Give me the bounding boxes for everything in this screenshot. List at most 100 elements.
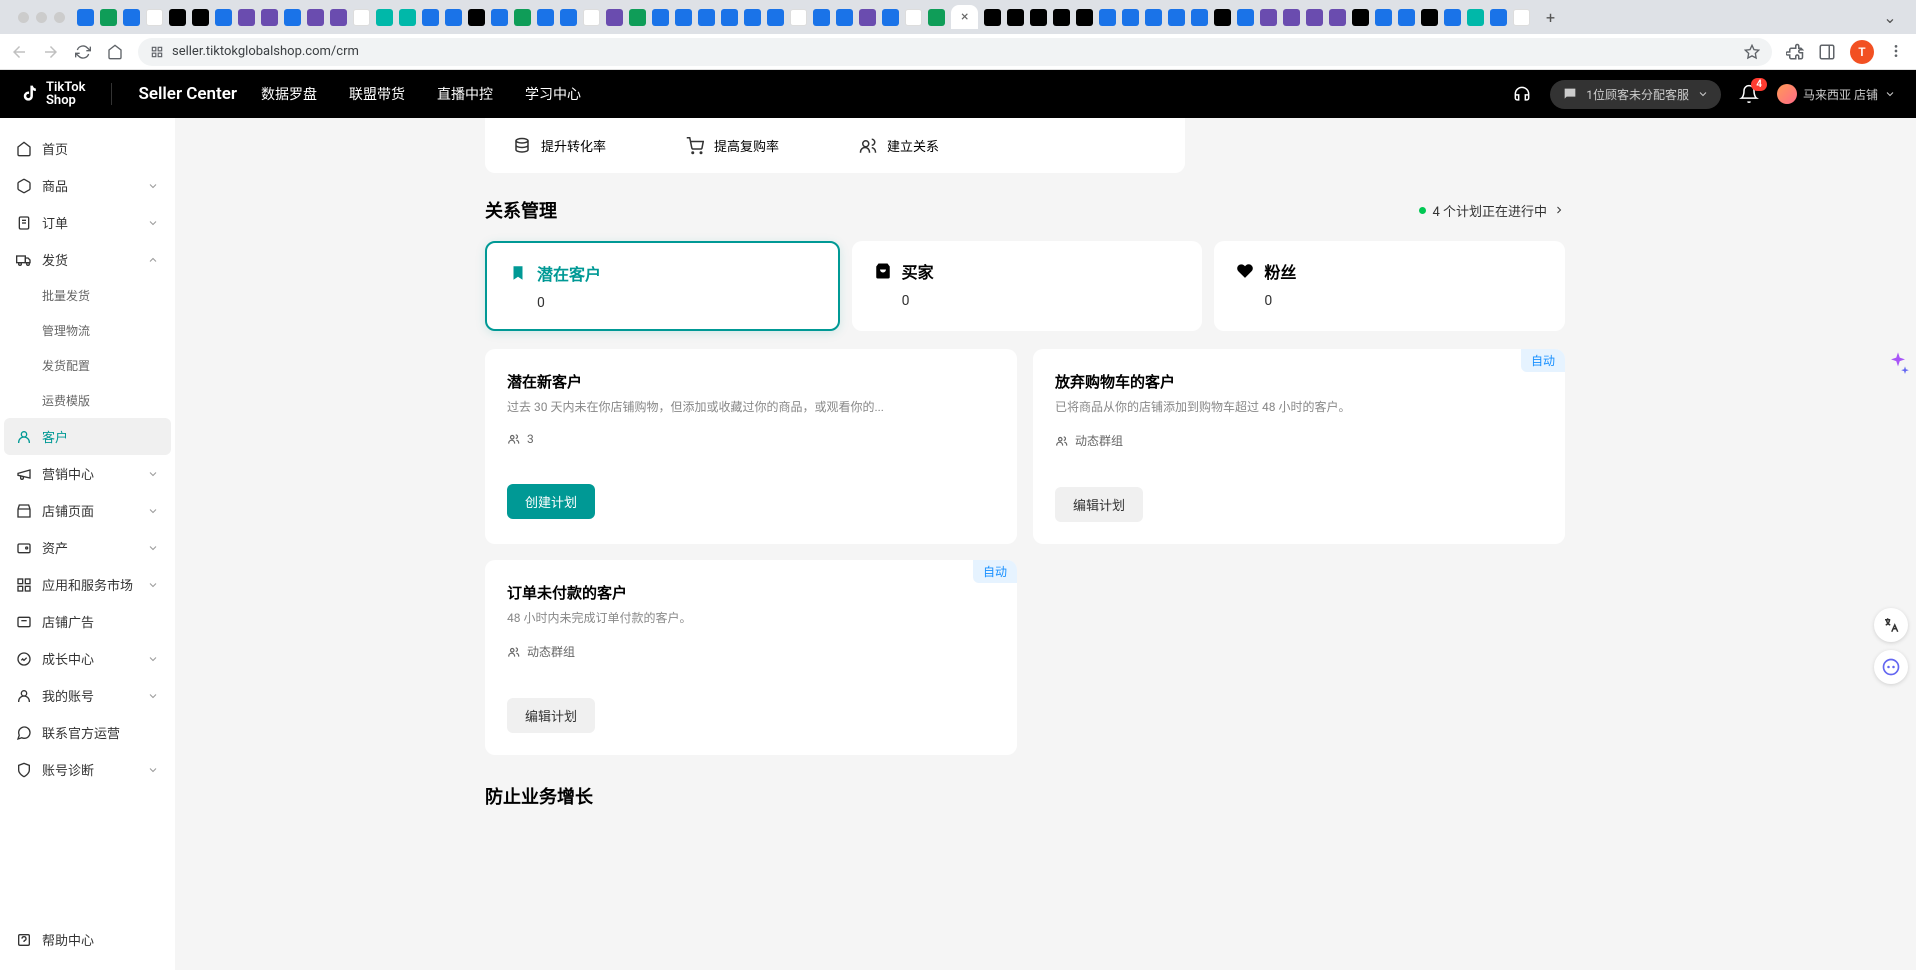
- tab-favicon[interactable]: [215, 9, 232, 26]
- logo[interactable]: TikTok Shop: [20, 81, 85, 107]
- tab-favicon[interactable]: [514, 9, 531, 26]
- sidebar-item-marketing[interactable]: 营销中心: [4, 455, 171, 492]
- edit-plan-button[interactable]: 编辑计划: [1055, 487, 1143, 522]
- tab-favicon[interactable]: [1306, 9, 1323, 26]
- tab-favicon[interactable]: [1030, 9, 1047, 26]
- tab-favicon[interactable]: [1145, 9, 1162, 26]
- tab-favicon[interactable]: [307, 9, 324, 26]
- tab-favicon[interactable]: [1329, 9, 1346, 26]
- tab-favicon[interactable]: [537, 9, 554, 26]
- tab-favicon[interactable]: [1352, 9, 1369, 26]
- profile-avatar[interactable]: T: [1850, 40, 1874, 64]
- tab-favicon[interactable]: [238, 9, 255, 26]
- customer-service-pill[interactable]: 1位顾客未分配客服: [1550, 80, 1721, 109]
- tab-favicon[interactable]: [399, 9, 416, 26]
- side-panel-icon[interactable]: [1818, 43, 1836, 61]
- sidebar-sub-bulk-ship[interactable]: 批量发货: [4, 278, 171, 313]
- tab-fans[interactable]: 粉丝 0: [1214, 241, 1565, 331]
- nav-live[interactable]: 直播中控: [437, 84, 493, 104]
- sidebar-item-apps[interactable]: 应用和服务市场: [4, 566, 171, 603]
- sidebar-item-orders[interactable]: 订单: [4, 204, 171, 241]
- tab-favicon[interactable]: [77, 9, 94, 26]
- site-settings-icon[interactable]: [150, 45, 164, 59]
- tab-favicon[interactable]: [1467, 9, 1484, 26]
- tab-favicon[interactable]: [376, 9, 393, 26]
- extensions-icon[interactable]: [1786, 43, 1804, 61]
- tab-favicon[interactable]: [606, 9, 623, 26]
- new-tab-button[interactable]: +: [1540, 7, 1560, 27]
- tab-favicon[interactable]: [1214, 9, 1231, 26]
- edit-plan-button[interactable]: 编辑计划: [507, 698, 595, 733]
- back-button[interactable]: [10, 43, 28, 61]
- tab-buyers[interactable]: 买家 0: [852, 241, 1203, 331]
- tab-favicon[interactable]: [192, 9, 209, 26]
- forward-button[interactable]: [42, 43, 60, 61]
- tab-favicon[interactable]: [1237, 9, 1254, 26]
- url-input[interactable]: seller.tiktokglobalshop.com/crm: [138, 38, 1772, 66]
- float-sparkle[interactable]: [1884, 350, 1912, 378]
- tab-favicon[interactable]: [1421, 9, 1438, 26]
- float-translate[interactable]: [1874, 608, 1908, 642]
- sidebar-item-ads[interactable]: 店铺广告: [4, 603, 171, 640]
- sidebar-item-assets[interactable]: 资产: [4, 529, 171, 566]
- nav-data-compass[interactable]: 数据罗盘: [261, 84, 317, 104]
- nav-affiliate[interactable]: 联盟带货: [349, 84, 405, 104]
- seller-center-title[interactable]: Seller Center: [138, 84, 237, 104]
- tab-favicon[interactable]: [353, 9, 370, 26]
- close-tab-icon[interactable]: ×: [961, 9, 968, 25]
- tab-favicon[interactable]: [261, 9, 278, 26]
- tab-favicon[interactable]: [905, 9, 922, 26]
- tab-favicon[interactable]: [813, 9, 830, 26]
- headset-icon[interactable]: [1512, 84, 1532, 104]
- sidebar-item-products[interactable]: 商品: [4, 167, 171, 204]
- sidebar-item-diagnosis[interactable]: 账号诊断: [4, 751, 171, 788]
- tab-favicon[interactable]: [1444, 9, 1461, 26]
- tab-favicon[interactable]: [744, 9, 761, 26]
- tab-favicon[interactable]: [882, 9, 899, 26]
- reload-button[interactable]: [74, 43, 92, 61]
- tab-favicon[interactable]: [1122, 9, 1139, 26]
- sidebar-item-shipping[interactable]: 发货: [4, 241, 171, 278]
- menu-icon[interactable]: [1888, 43, 1906, 61]
- active-tab[interactable]: ×: [951, 5, 978, 29]
- tab-favicon[interactable]: [1191, 9, 1208, 26]
- sidebar-item-storefront[interactable]: 店铺页面: [4, 492, 171, 529]
- notifications[interactable]: 4: [1739, 84, 1759, 104]
- tab-favicon[interactable]: [928, 9, 945, 26]
- tab-favicon[interactable]: [984, 9, 1001, 26]
- tab-favicon[interactable]: [1168, 9, 1185, 26]
- tab-favicon[interactable]: [721, 9, 738, 26]
- tab-favicon[interactable]: [1513, 9, 1530, 26]
- sidebar-item-customers[interactable]: 客户: [4, 418, 171, 455]
- sidebar-sub-freight-template[interactable]: 运费模版: [4, 383, 171, 418]
- tab-favicon[interactable]: [767, 9, 784, 26]
- tab-favicon[interactable]: [330, 9, 347, 26]
- tab-favicon[interactable]: [123, 9, 140, 26]
- tab-favicon[interactable]: [560, 9, 577, 26]
- tab-favicon[interactable]: [468, 9, 485, 26]
- nav-learning[interactable]: 学习中心: [525, 84, 581, 104]
- sidebar-sub-ship-config[interactable]: 发货配置: [4, 348, 171, 383]
- tab-favicon[interactable]: [445, 9, 462, 26]
- sidebar-item-growth[interactable]: 成长中心: [4, 640, 171, 677]
- tab-favicon[interactable]: [790, 9, 807, 26]
- tab-favicon[interactable]: [1099, 9, 1116, 26]
- traffic-lights[interactable]: [8, 12, 75, 23]
- sidebar-sub-logistics[interactable]: 管理物流: [4, 313, 171, 348]
- shop-selector[interactable]: 马来西亚 店铺: [1777, 84, 1896, 104]
- plans-status-link[interactable]: 4 个计划正在进行中: [1419, 201, 1565, 220]
- tab-favicon[interactable]: [1283, 9, 1300, 26]
- tab-favicon[interactable]: [1053, 9, 1070, 26]
- tab-favicon[interactable]: [1260, 9, 1277, 26]
- tab-favicon[interactable]: [652, 9, 669, 26]
- tab-favicon[interactable]: [422, 9, 439, 26]
- tab-favicon[interactable]: [169, 9, 186, 26]
- sidebar-item-home[interactable]: 首页: [4, 130, 171, 167]
- tab-favicon[interactable]: [1375, 9, 1392, 26]
- tab-favicon[interactable]: [859, 9, 876, 26]
- float-assistant[interactable]: [1874, 650, 1908, 684]
- sidebar-item-help[interactable]: 帮助中心: [4, 921, 171, 958]
- tab-favicon[interactable]: [629, 9, 646, 26]
- tab-favicon[interactable]: [1490, 9, 1507, 26]
- create-plan-button[interactable]: 创建计划: [507, 484, 595, 519]
